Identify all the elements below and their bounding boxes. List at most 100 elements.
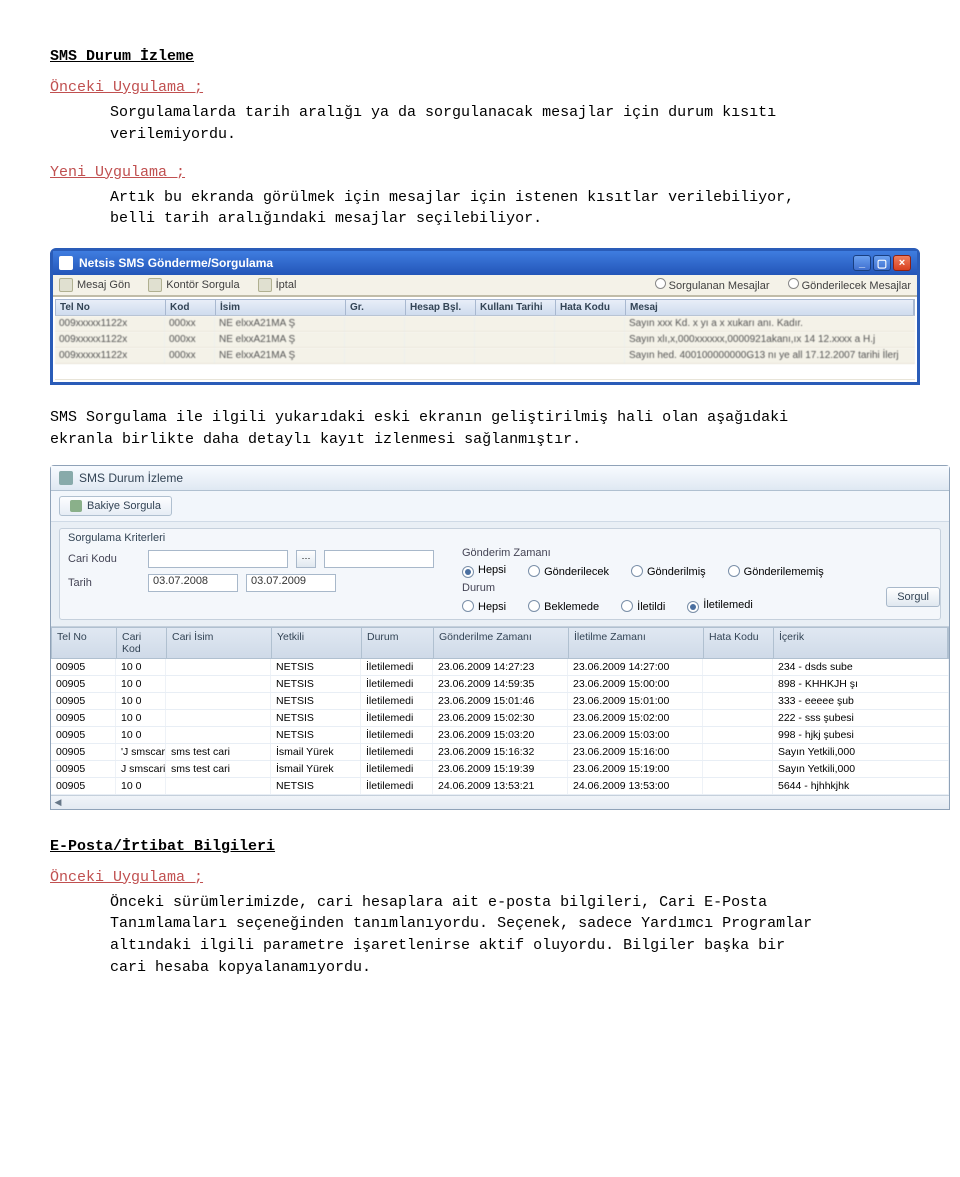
table-row[interactable]: 009xxxxx1122x000xxNE elxxA21MA ŞSayın xl… — [55, 332, 915, 348]
durum-option[interactable]: İletilemedi — [687, 599, 753, 611]
sorgula-button[interactable]: Sorgul — [886, 587, 940, 607]
col-mesaj[interactable]: Mesaj — [626, 300, 914, 315]
table-row[interactable]: 009xxxxx1122x000xxNE elxxA21MA ŞSayın he… — [55, 348, 915, 364]
cell: 234 - dsds sube — [773, 659, 949, 675]
table-row[interactable]: 00905J smscarisms test cariİsmail Yürekİ… — [51, 761, 949, 778]
toolbar-credit-button[interactable]: Kontör Sorgula — [148, 278, 239, 292]
gonderim-option[interactable]: Gönderilmiş — [631, 563, 706, 578]
cell: 23.06.2009 14:27:23 — [433, 659, 568, 675]
cell: 009xxxxx1122x — [55, 332, 165, 347]
cell — [345, 316, 405, 331]
cell: İsmail Yürek — [271, 744, 361, 760]
cell: 00905 — [51, 744, 116, 760]
minimize-button[interactable]: _ — [853, 255, 871, 271]
table-row[interactable]: 00905'J smscarisms test cariİsmail Yürek… — [51, 744, 949, 761]
col-hesap[interactable]: Hesap Bşl. — [406, 300, 476, 315]
balance-icon — [70, 500, 82, 512]
cari-kodu-lookup-button[interactable]: ⋯ — [296, 550, 316, 568]
table-row[interactable]: 0090510 0NETSISİletilemedi23.06.2009 15:… — [51, 710, 949, 727]
gonderim-option[interactable]: Hepsi — [462, 564, 506, 576]
gonderim-option-label: Gönderilecek — [544, 566, 609, 578]
horizontal-scrollbar[interactable]: ◀ — [51, 795, 949, 809]
toolbar-cancel-button[interactable]: İptal — [258, 278, 297, 292]
criteria-panel: Sorgulama Kriterleri Cari Kodu ⋯ Tarih 0… — [59, 528, 941, 620]
table-row[interactable]: 0090510 0NETSISİletilemedi23.06.2009 14:… — [51, 676, 949, 693]
section-heading-sms: SMS Durum İzleme — [50, 48, 910, 65]
gonderim-option-label: Gönderilememiş — [744, 566, 824, 578]
radio-circle-icon — [462, 600, 474, 612]
durum-label: Durum — [462, 582, 570, 594]
balance-query-button[interactable]: Bakiye Sorgula — [59, 496, 172, 516]
cell — [555, 316, 625, 331]
cell: İletilemedi — [361, 761, 433, 777]
col2-carikod[interactable]: Cari Kod — [117, 628, 167, 658]
cell — [166, 727, 271, 743]
old-grid-header: Tel No Kod İsim Gr. Hesap Bşl. Kullanı T… — [55, 299, 915, 316]
cell: 23.06.2009 15:02:00 — [568, 710, 703, 726]
cell: 009xxxxx1122x — [55, 348, 165, 363]
radio-circle-icon — [687, 601, 699, 613]
col2-yetkili[interactable]: Yetkili — [272, 628, 362, 658]
toolbar-send-button[interactable]: Mesaj Gön — [59, 278, 130, 292]
cari-kodu-input[interactable] — [148, 550, 288, 568]
col2-hata[interactable]: Hata Kodu — [704, 628, 774, 658]
cell: NETSIS — [271, 693, 361, 709]
cell: İletilemedi — [361, 659, 433, 675]
cell — [475, 348, 555, 363]
col-isim[interactable]: İsim — [216, 300, 346, 315]
cell: Sayın hed. 400100000000G13 nı ye all 17.… — [625, 348, 915, 363]
maximize-button[interactable]: ▢ — [873, 255, 891, 271]
new-grid: Tel No Cari Kod Cari İsim Yetkili Durum … — [51, 626, 949, 809]
table-row[interactable]: 0090510 0NETSISİletilemedi23.06.2009 14:… — [51, 659, 949, 676]
col2-telno[interactable]: Tel No — [52, 628, 117, 658]
cancel-icon — [258, 278, 272, 292]
gonderim-option[interactable]: Gönderilememiş — [728, 563, 824, 578]
durum-option[interactable]: Beklemede — [528, 598, 599, 613]
col2-durum[interactable]: Durum — [362, 628, 434, 658]
col-gr[interactable]: Gr. — [346, 300, 406, 315]
scroll-left-arrow-icon: ◀ — [51, 797, 65, 808]
cell: 222 - sss şubesi — [773, 710, 949, 726]
col2-iletilme[interactable]: İletilme Zamanı — [569, 628, 704, 658]
cell — [703, 693, 773, 709]
new-app-text: Artık bu ekranda görülmek için mesajlar … — [110, 187, 830, 231]
durum-option[interactable]: İletildi — [621, 598, 665, 613]
col-kod[interactable]: Kod — [166, 300, 216, 315]
new-app-label: Yeni Uygulama ; — [50, 164, 910, 181]
table-row[interactable]: 0090510 0NETSISİletilemedi23.06.2009 15:… — [51, 727, 949, 744]
cell: Sayın Yetkili,000 — [773, 744, 949, 760]
cari-isim-input[interactable] — [324, 550, 434, 568]
table-row[interactable]: 009xxxxx1122x000xxNE elxxA21MA ŞSayın xx… — [55, 316, 915, 332]
previous-app-text: Sorgulamalarda tarih aralığı ya da sorgu… — [110, 102, 830, 146]
col-hata[interactable]: Hata Kodu — [556, 300, 626, 315]
col2-cariisim[interactable]: Cari İsim — [167, 628, 272, 658]
cell — [166, 659, 271, 675]
cell: NETSIS — [271, 778, 361, 794]
durum-option[interactable]: Hepsi — [462, 598, 506, 613]
close-button[interactable]: × — [893, 255, 911, 271]
table-row[interactable]: 0090510 0NETSISİletilemedi23.06.2009 15:… — [51, 693, 949, 710]
radio-queried[interactable]: Sorgulanan Mesajlar — [655, 278, 770, 292]
col2-gonderilme[interactable]: Gönderilme Zamanı — [434, 628, 569, 658]
cell: NETSIS — [271, 727, 361, 743]
col-telno[interactable]: Tel No — [56, 300, 166, 315]
previous-app-label: Önceki Uygulama ; — [50, 79, 910, 96]
cell: Sayın xxx Kd. x yı a x xukarı anı. Kadır… — [625, 316, 915, 331]
col2-icerik[interactable]: İçerik — [774, 628, 948, 658]
cell: 000xx — [165, 332, 215, 347]
old-title-bar: Netsis SMS Gönderme/Sorgulama _ ▢ × — [53, 251, 917, 275]
col-kullanim[interactable]: Kullanı Tarihi — [476, 300, 556, 315]
old-toolbar: Mesaj Gön Kontör Sorgula İptal Sorgulana… — [53, 275, 917, 296]
gonderim-option[interactable]: Gönderilecek — [528, 563, 609, 578]
radio-queried-label: Sorgulanan Mesajlar — [669, 280, 770, 292]
cell: 23.06.2009 15:01:46 — [433, 693, 568, 709]
durum-option-label: İletildi — [637, 601, 665, 613]
tarih-to-input[interactable]: 03.07.2009 — [246, 574, 336, 592]
radio-tosend[interactable]: Gönderilecek Mesajlar — [788, 278, 912, 292]
new-window-title: SMS Durum İzleme — [79, 471, 183, 485]
cell: NE elxxA21MA Ş — [215, 316, 345, 331]
send-icon — [59, 278, 73, 292]
tarih-from-input[interactable]: 03.07.2008 — [148, 574, 238, 592]
previous-app-label-2: Önceki Uygulama ; — [50, 869, 910, 886]
table-row[interactable]: 0090510 0NETSISİletilemedi24.06.2009 13:… — [51, 778, 949, 795]
